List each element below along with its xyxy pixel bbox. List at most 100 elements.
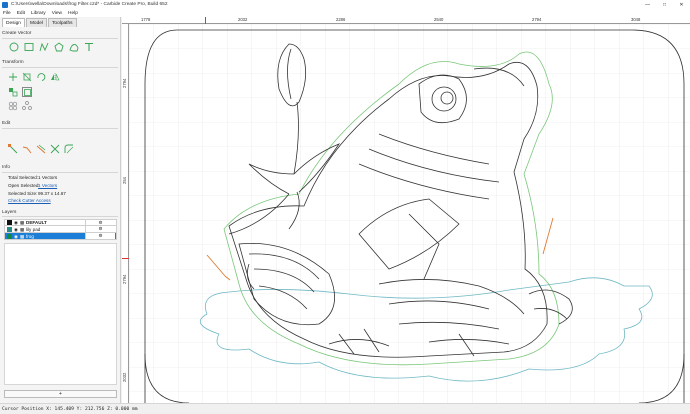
polyline-tool-button[interactable] xyxy=(38,41,49,52)
move-icon xyxy=(9,73,17,81)
transform-tools-row-2 xyxy=(8,87,32,97)
node-edit-icon xyxy=(8,144,18,154)
rectangle-tool-button[interactable] xyxy=(23,41,34,52)
layer-name: frog xyxy=(26,233,34,239)
tab-design[interactable]: Design xyxy=(2,18,25,27)
create-vector-tools xyxy=(8,41,94,52)
title-bar: C:\Users\wella\Downloads\frog Filter.c2d… xyxy=(0,0,690,9)
lock-icon[interactable]: ▩ xyxy=(20,220,24,225)
offset-icon xyxy=(36,144,46,154)
mode-tabs: Design Model Toolpaths xyxy=(2,18,78,27)
ruler-top: 1778 2032 2286 2540 2794 3048 xyxy=(122,17,690,24)
menu-edit[interactable]: Edit xyxy=(17,11,25,16)
total-selected: Total Selected: 1 Vectors xyxy=(8,175,57,180)
divider xyxy=(2,172,118,173)
polyline-icon xyxy=(39,42,48,51)
menu-file[interactable]: File xyxy=(3,11,11,16)
offset-button[interactable] xyxy=(36,144,46,154)
distribute-icon xyxy=(22,101,32,110)
distribute-tool-button[interactable] xyxy=(22,101,32,111)
selected-size-label: Selected Size: xyxy=(8,191,38,196)
move-tool-button[interactable] xyxy=(8,72,18,82)
align-tool-button[interactable] xyxy=(8,87,18,97)
gear-icon[interactable]: ⚙ xyxy=(85,226,115,232)
divider xyxy=(2,128,118,129)
join-icon xyxy=(22,146,32,154)
mirror-icon xyxy=(51,73,60,81)
rectangle-icon xyxy=(24,42,33,51)
cursor-position: Cursor Position X: 145.409 Y: 212.756 Z:… xyxy=(2,406,138,412)
ruler-cursor-marker xyxy=(122,258,129,259)
join-vectors-button[interactable] xyxy=(22,144,32,154)
grid xyxy=(129,24,690,403)
circle-icon xyxy=(9,42,18,51)
layer-name: DEFAULT xyxy=(26,220,47,225)
menu-library[interactable]: Library xyxy=(31,11,46,16)
maximize-button[interactable]: □ xyxy=(656,0,673,9)
fillet-icon xyxy=(64,144,74,154)
menu-view[interactable]: View xyxy=(52,11,62,16)
node-edit-button[interactable] xyxy=(8,144,18,154)
menu-help[interactable]: Help xyxy=(68,11,78,16)
layer-name: lily pad xyxy=(26,226,41,232)
align-icon xyxy=(9,88,18,97)
layers-list: ◉ ▩ DEFAULT ⚙ ◉ ▩ lily pad ⚙ ◉ ▩ frog ⚙ xyxy=(4,219,117,240)
section-transform: Transform xyxy=(2,60,24,65)
layer-row-frog[interactable]: ◉ ▩ frog ⚙ xyxy=(4,233,117,240)
ruler-left-label: 254 xyxy=(122,177,127,184)
layer-color-swatch[interactable] xyxy=(7,226,12,232)
ruler-top-label: 2794 xyxy=(532,17,542,22)
section-create-vector: Create Vector xyxy=(2,31,32,36)
layer-color-swatch[interactable] xyxy=(7,233,12,239)
array-tool-button[interactable] xyxy=(8,101,18,111)
close-button[interactable]: ✕ xyxy=(673,0,690,9)
layer-row-lily-pad[interactable]: ◉ ▩ lily pad ⚙ xyxy=(4,226,117,233)
menu-bar: File Edit Library View Help xyxy=(0,9,690,17)
lock-icon[interactable]: ▩ xyxy=(20,234,24,239)
layer-color-swatch[interactable] xyxy=(7,220,12,225)
tab-toolpaths[interactable]: Toolpaths xyxy=(48,18,77,27)
check-cutter-access-link[interactable]: Check Cutter Access xyxy=(8,198,51,203)
ruler-top-label: 1778 xyxy=(141,17,151,22)
section-edit: Edit xyxy=(2,121,11,126)
eye-icon[interactable]: ◉ xyxy=(14,227,19,232)
circle-tool-button[interactable] xyxy=(8,41,19,52)
array-icon xyxy=(8,101,18,111)
curve-tool-button[interactable] xyxy=(68,41,79,52)
tab-model[interactable]: Model xyxy=(25,18,48,27)
curve-icon xyxy=(68,43,78,51)
scale-icon xyxy=(22,72,32,82)
design-canvas[interactable]: 1778 2032 2286 2540 2794 3048 2794 254 2… xyxy=(122,17,690,403)
divider xyxy=(2,216,118,217)
group-tool-button[interactable] xyxy=(22,87,32,97)
mirror-tool-button[interactable] xyxy=(50,72,60,82)
open-selected-label: Open Selected: xyxy=(8,183,40,188)
fillet-button[interactable] xyxy=(64,144,74,154)
divider xyxy=(2,38,118,39)
eye-icon[interactable]: ◉ xyxy=(14,220,19,225)
minimize-button[interactable]: — xyxy=(639,0,656,9)
text-icon xyxy=(84,42,93,51)
polygon-tool-button[interactable] xyxy=(53,41,64,52)
trim-icon xyxy=(50,144,60,154)
section-info: Info xyxy=(2,165,11,170)
scale-tool-button[interactable] xyxy=(22,72,32,82)
ruler-left: 2794 254 2794 2032 xyxy=(122,24,129,403)
rotate-tool-button[interactable] xyxy=(36,72,46,82)
eye-icon[interactable]: ◉ xyxy=(14,234,19,239)
edit-tools xyxy=(8,144,74,154)
add-layer-button[interactable]: + xyxy=(4,390,117,398)
layers-empty-area xyxy=(4,243,117,385)
ruler-left-label: 2794 xyxy=(122,274,127,284)
text-tool-button[interactable] xyxy=(83,41,94,52)
open-selected-link[interactable]: 1 Vectors xyxy=(38,183,57,188)
transform-tools-row-1 xyxy=(8,72,60,82)
lock-icon[interactable]: ▩ xyxy=(20,227,24,232)
layer-row-default[interactable]: ◉ ▩ DEFAULT ⚙ xyxy=(4,219,117,226)
drawing-svg xyxy=(129,24,690,403)
section-layers: Layers xyxy=(2,210,17,215)
trim-button[interactable] xyxy=(50,144,60,154)
divider xyxy=(2,67,118,68)
gear-icon[interactable]: ⚙ xyxy=(85,233,115,239)
ruler-left-label: 2794 xyxy=(122,78,127,88)
